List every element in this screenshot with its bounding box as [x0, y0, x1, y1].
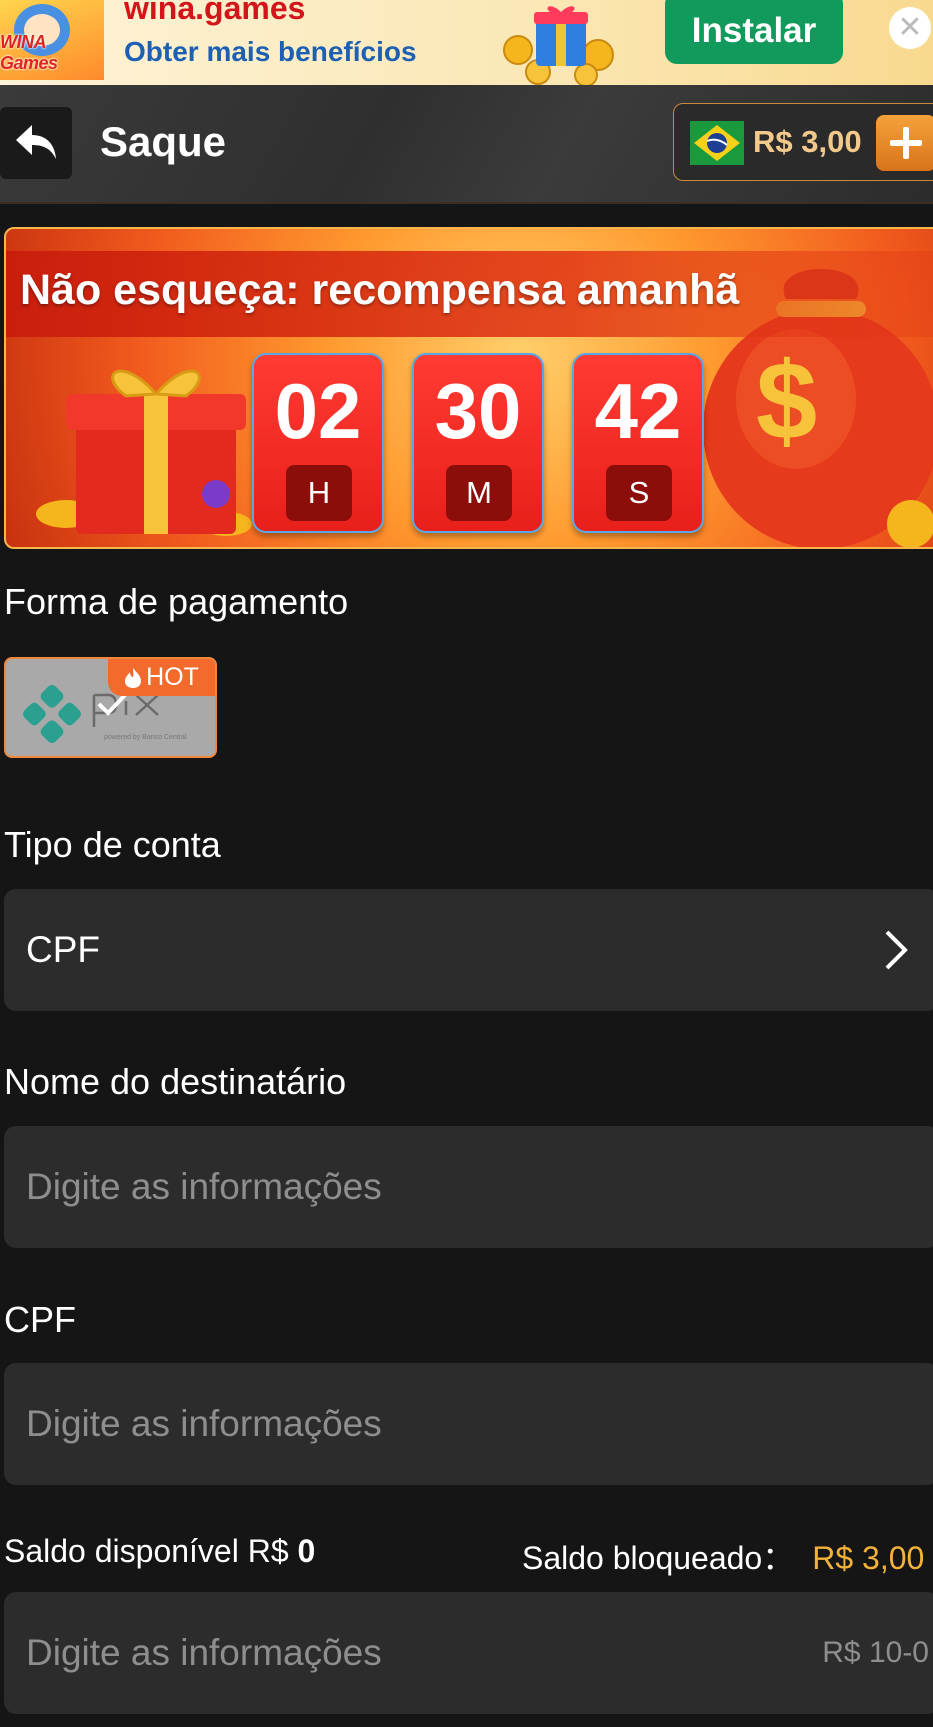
countdown-unit: S — [606, 465, 672, 521]
plus-icon — [890, 127, 922, 159]
cpf-input[interactable]: Digite as informações — [4, 1363, 933, 1485]
back-button[interactable] — [0, 107, 72, 179]
blocked-balance-value: R$ 3,00 — [812, 1540, 925, 1576]
countdown-value: 42 — [594, 367, 682, 455]
hot-badge-text: HOT — [146, 663, 199, 691]
close-icon[interactable]: ✕ — [889, 7, 931, 49]
countdown-hours: 02 H — [252, 353, 384, 533]
withdraw-amount-input[interactable]: Digite as informações R$ 10-0 — [4, 1592, 933, 1714]
brazil-flag-icon — [690, 121, 744, 165]
recipient-name-label: Nome do destinatário — [4, 1061, 347, 1102]
back-arrow-icon — [16, 125, 56, 159]
account-type-value: CPF — [26, 929, 100, 970]
recipient-name-input[interactable]: Digite as informações — [4, 1126, 933, 1248]
svg-text:$: $ — [756, 340, 817, 463]
gift-box-icon — [36, 369, 252, 536]
gift-coins-icon — [503, 6, 614, 85]
available-balance-label: Saldo disponível R$ — [4, 1533, 289, 1569]
countdown-value: 02 — [274, 367, 362, 455]
promo-title: Não esqueça: recompensa amanhã — [20, 266, 740, 314]
banner-title: wina.games — [124, 0, 306, 26]
chevron-right-icon — [885, 930, 908, 970]
hot-badge: HOT — [108, 659, 215, 696]
account-type-label: Tipo de conta — [4, 824, 221, 865]
banner-subtitle: Obter mais benefícios — [124, 36, 417, 67]
countdown-unit: H — [286, 465, 352, 521]
cpf-placeholder: Digite as informações — [26, 1403, 382, 1444]
reward-promo-banner[interactable]: $ Não esqueça: recompensa amanhã 02 H 30… — [4, 227, 933, 549]
app-logo: WINA Games — [0, 0, 104, 80]
available-balance-value: 0 — [297, 1533, 316, 1569]
countdown-seconds: 42 S — [572, 353, 704, 533]
countdown-value: 30 — [434, 367, 522, 455]
page-title: Saque — [100, 118, 227, 165]
available-balance: Saldo disponível R$ 0 — [4, 1533, 315, 1570]
deposit-button[interactable] — [876, 115, 933, 171]
recipient-name-placeholder: Digite as informações — [26, 1166, 382, 1207]
install-button[interactable]: Instalar — [665, 0, 843, 64]
account-type-select[interactable]: CPF — [4, 889, 933, 1011]
blocked-balance: Saldo bloqueado： R$ 3,00 — [522, 1533, 924, 1579]
page-header: Saque R$ 3,00 — [0, 85, 933, 204]
balance-summary: Saldo disponível R$ 0 Saldo bloqueado： R$… — [4, 1533, 933, 1576]
svg-text:powered by Banco Central: powered by Banco Central — [104, 734, 187, 741]
withdraw-range-hint: R$ 10-0 — [822, 1636, 929, 1669]
withdraw-amount-placeholder: Digite as informações — [26, 1632, 382, 1673]
cpf-label: CPF — [4, 1299, 76, 1340]
countdown-unit: M — [446, 465, 512, 521]
flame-icon — [125, 667, 142, 688]
blocked-balance-label: Saldo bloqueado： — [522, 1540, 795, 1576]
app-logo-text: WINA Games — [0, 32, 58, 73]
balance-pill[interactable]: R$ 3,00 — [673, 103, 933, 181]
countdown-minutes: 30 M — [412, 353, 544, 533]
payment-method-label: Forma de pagamento — [4, 581, 349, 622]
payment-option-pix[interactable]: powered by Banco Central HOT — [4, 657, 217, 758]
install-banner[interactable]: WINA Games wina.games Obter mais benefíc… — [0, 0, 933, 85]
balance-amount: R$ 3,00 — [753, 124, 862, 159]
